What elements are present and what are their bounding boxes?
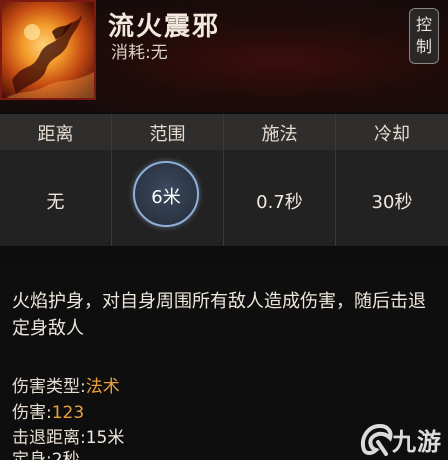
attr-value: 15米 [85, 428, 125, 448]
stat-label: 范围 [149, 124, 186, 145]
attr-value: 2秒 [51, 450, 80, 460]
stat-distance: 距离 无 [0, 114, 112, 246]
fire-dragon-skill-icon [0, 0, 96, 100]
attr-damage-type: 伤害类型:法术 [12, 372, 120, 397]
skill-type-tag: 控 制 [409, 8, 439, 64]
range-highlight-circle: 6米 [133, 161, 199, 227]
stat-value: 无 [46, 192, 65, 213]
cost-label: 消耗: [111, 43, 151, 63]
attr-key: 定身: [12, 450, 52, 460]
stat-range: 范围 6米 [112, 114, 224, 246]
watermark-text: 九游 [392, 428, 442, 456]
stat-cooldown: 冷却 30秒 [336, 114, 448, 246]
tag-char-1: 控 [415, 15, 432, 34]
attr-key: 伤害类型: [12, 377, 86, 397]
stat-value: 6米 [151, 187, 181, 208]
stat-value: 30秒 [371, 192, 413, 213]
attr-damage: 伤害:123 [12, 398, 84, 423]
tag-char-2: 制 [415, 37, 432, 56]
watermark: 九游 [352, 418, 448, 460]
cost-value: 无 [150, 43, 168, 63]
stat-label: 施法 [261, 124, 298, 145]
skill-header: 流火震邪 消耗:无 控 制 [0, 0, 448, 112]
stat-cast-time: 施法 0.7秒 [224, 114, 336, 246]
skill-cost: 消耗:无 [111, 38, 168, 63]
attr-key: 伤害: [12, 403, 52, 423]
attr-root: 定身:2秒 [12, 445, 80, 460]
skill-stats-table: 距离 无 范围 6米 施法 0.7秒 冷却 30秒 [0, 114, 448, 246]
jiuyou-logo-icon [361, 423, 393, 456]
skill-description: 火焰护身，对自身周围所有敌人造成伤害，随后击退定身敌人 [12, 291, 426, 339]
attr-value: 123 [51, 403, 85, 423]
skill-detail-panel: 流火震邪 消耗:无 控 制 距离 无 范围 6米 施法 0.7秒 冷却 30秒 [0, 0, 448, 460]
stat-value: 0.7秒 [256, 192, 303, 213]
stat-label: 距离 [37, 124, 74, 145]
attr-value: 法术 [85, 377, 120, 397]
stat-label: 冷却 [374, 124, 410, 145]
